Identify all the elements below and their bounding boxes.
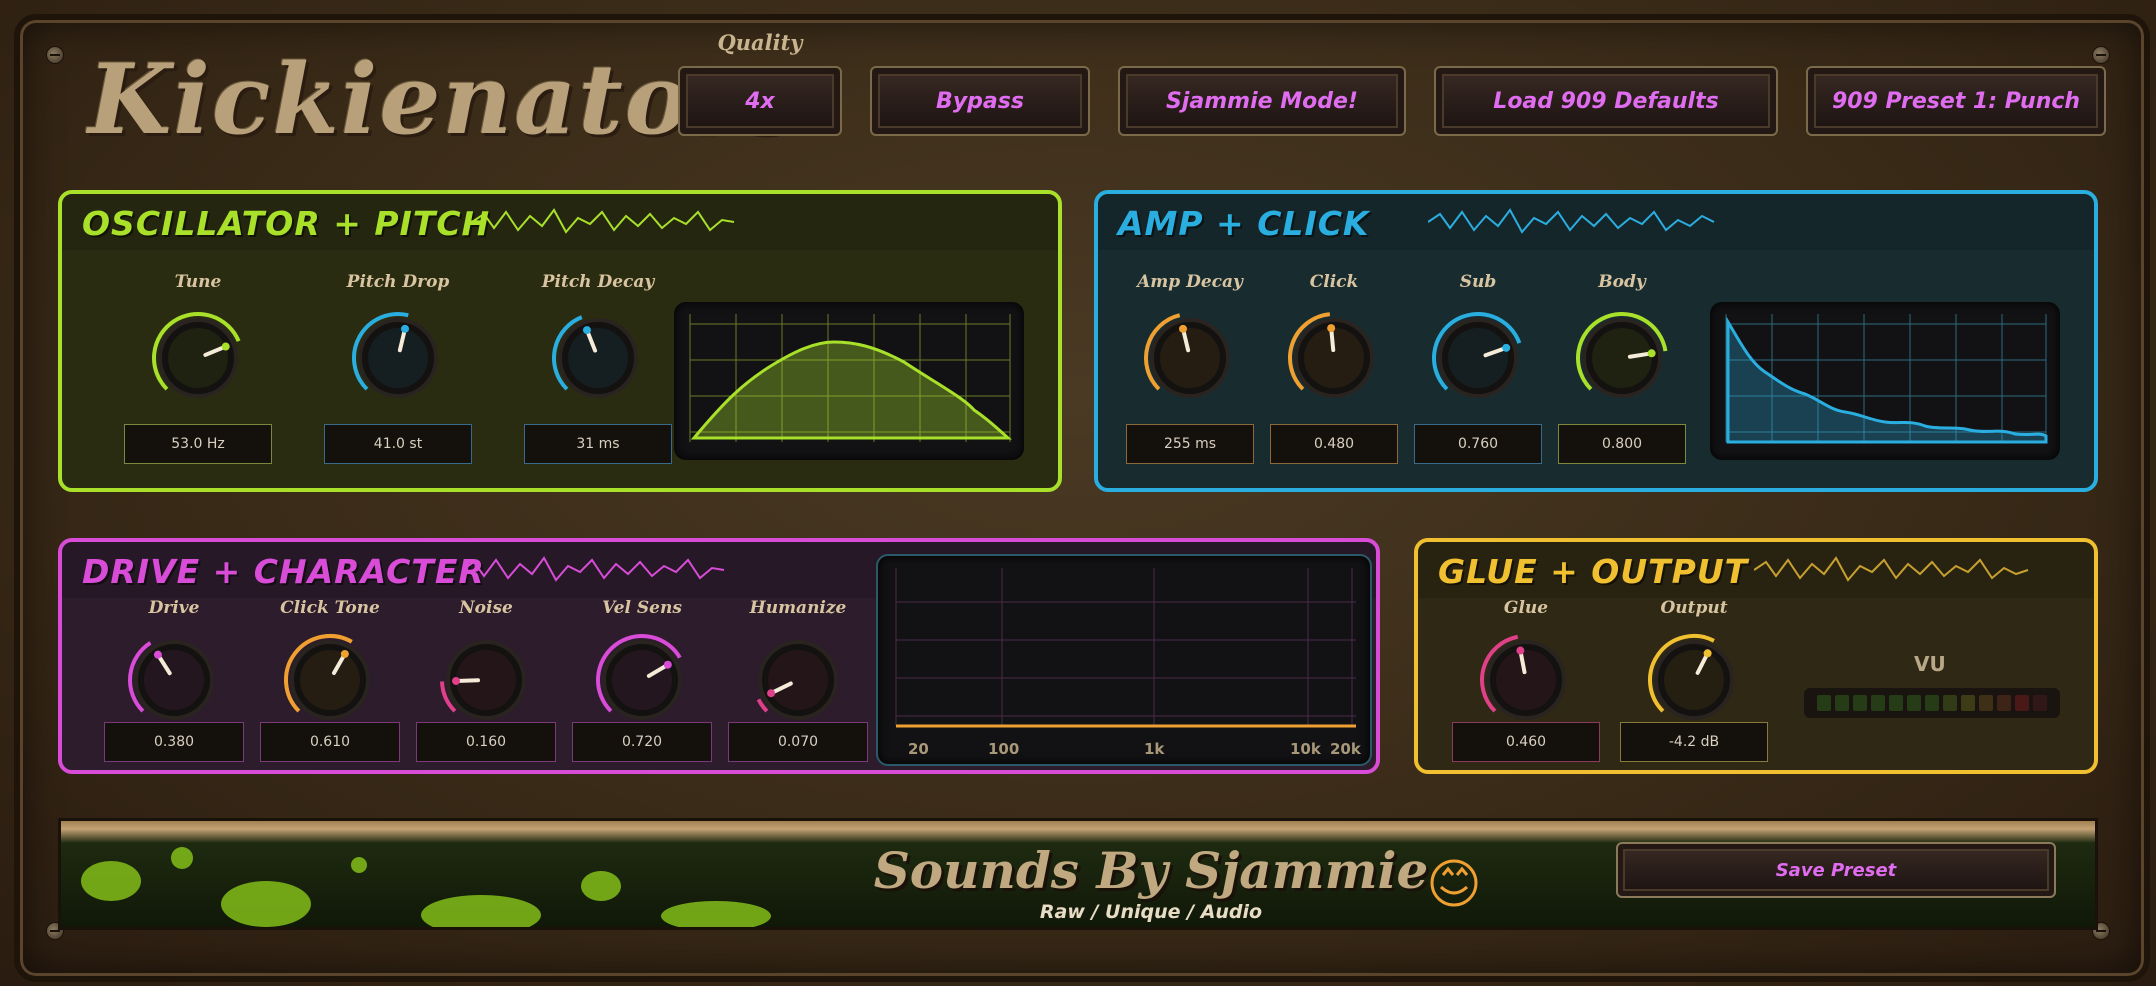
knob-label: Vel Sens [602, 598, 682, 618]
vu-meter [1804, 688, 2060, 718]
vu-label: VU [1914, 652, 1946, 676]
spectrum-tick: 20 [908, 740, 929, 758]
sjammie-mode-button[interactable]: Sjammie Mode! [1118, 66, 1406, 136]
knob-value-field[interactable]: 0.760 [1414, 424, 1542, 464]
amp-click-panel: AMP + CLICK Amp Decay 255 ms Click 0.480 Sub… [1094, 190, 2098, 492]
knob-label: Glue [1503, 598, 1549, 618]
knob-label: Click [1309, 272, 1359, 292]
knob-label: Noise [459, 598, 513, 618]
screw-icon [46, 46, 64, 64]
spectrum-analyzer-display: 20 100 1k 10k 20k [876, 554, 1372, 766]
rotary-knob[interactable] [1570, 306, 1674, 410]
vu-segment [1925, 695, 1939, 711]
vu-segment [1943, 695, 1957, 711]
panel-title: DRIVE + CHARACTER [82, 552, 485, 591]
knob-value-field[interactable]: 0.800 [1558, 424, 1686, 464]
bypass-button[interactable]: Bypass [870, 66, 1090, 136]
plugin-logo: Kickienators [88, 43, 800, 156]
knob-value-field[interactable]: -4.2 dB [1620, 722, 1768, 762]
knob-label: Humanize [749, 598, 847, 618]
rotary-knob[interactable] [1642, 628, 1746, 732]
vu-segment [1853, 695, 1867, 711]
vu-segment [1889, 695, 1903, 711]
knob-value-field[interactable]: 53.0 Hz [124, 424, 272, 464]
knob-value-field[interactable]: 41.0 st [324, 424, 472, 464]
vu-segment [1961, 695, 1975, 711]
rotary-knob[interactable] [434, 628, 538, 732]
knob-label: Amp Decay [1137, 272, 1243, 292]
save-preset-button[interactable]: Save Preset [1616, 842, 2056, 898]
knob-value-field[interactable]: 0.160 [416, 722, 556, 762]
wave-decoration-icon [472, 208, 735, 234]
wave-decoration-icon [1428, 208, 1715, 234]
preset-selector-button[interactable]: 909 Preset 1: Punch [1806, 66, 2106, 136]
panel-title: GLUE + OUTPUT [1438, 552, 1749, 591]
amp-envelope-display [1710, 302, 2060, 460]
knob-label: Click Tone [280, 598, 380, 618]
knob-value-field[interactable]: 255 ms [1126, 424, 1254, 464]
knob-value-field[interactable]: 0.460 [1452, 722, 1600, 762]
knob-value-field[interactable]: 0.380 [104, 722, 244, 762]
wave-decoration-icon [462, 556, 725, 582]
smiley-logo-icon [1430, 859, 1478, 907]
quality-label: Quality [717, 30, 803, 55]
knob-label: Sub [1459, 272, 1497, 292]
knob-value-field[interactable]: 0.610 [260, 722, 400, 762]
vu-segment [2015, 695, 2029, 711]
knob-label: Output [1660, 598, 1728, 618]
knob-label: Pitch Decay [541, 272, 655, 292]
knob-value-field[interactable]: 0.720 [572, 722, 712, 762]
spectrum-tick: 20k [1330, 740, 1362, 758]
drive-character-panel: DRIVE + CHARACTER 20 100 1k 10k 20k Driv… [58, 538, 1380, 774]
plugin-window: Kickienators Quality 4x Bypass Sjammie M… [0, 0, 2156, 986]
spectrum-tick: 1k [1144, 740, 1165, 758]
load-909-defaults-button[interactable]: Load 909 Defaults [1434, 66, 1778, 136]
knob-value-field[interactable]: 0.480 [1270, 424, 1398, 464]
knob-label: Body [1598, 272, 1646, 292]
pitch-envelope-display [674, 302, 1024, 460]
knob-label: Pitch Drop [346, 272, 450, 292]
vu-segment [1907, 695, 1921, 711]
vu-segment [1997, 695, 2011, 711]
screw-icon [2092, 46, 2110, 64]
footer-tagline: Raw / Unique / Audio [1039, 901, 1263, 923]
rotary-knob[interactable] [1282, 306, 1386, 410]
panel-title: AMP + CLICK [1118, 204, 1370, 243]
rotary-knob[interactable] [278, 628, 382, 732]
footer-brand-title: Sounds By Sjammie [873, 841, 1429, 900]
rotary-knob[interactable] [1426, 306, 1530, 410]
vu-segment [1835, 695, 1849, 711]
rotary-knob[interactable] [346, 306, 450, 410]
vu-segment [1979, 695, 1993, 711]
knob-value-field[interactable]: 0.070 [728, 722, 868, 762]
spectrum-tick: 10k [1290, 740, 1322, 758]
rotary-knob[interactable] [746, 628, 850, 732]
rotary-knob[interactable] [1474, 628, 1578, 732]
rotary-knob[interactable] [1138, 306, 1242, 410]
glue-output-panel: GLUE + OUTPUT VU Glue 0.460 Output -4.2 dB [1414, 538, 2098, 774]
panel-title: OSCILLATOR + PITCH [82, 204, 491, 243]
vu-segment [2033, 695, 2047, 711]
vu-segment [1817, 695, 1831, 711]
rotary-knob[interactable] [146, 306, 250, 410]
rotary-knob[interactable] [546, 306, 650, 410]
oscillator-pitch-panel: OSCILLATOR + PITCH Tune 53.0 Hz Pitch Drop… [58, 190, 1062, 492]
pitch-envelope-curve [690, 340, 1012, 440]
knob-label: Tune [174, 272, 222, 292]
vu-segment [1871, 695, 1885, 711]
amp-envelope-curve [1726, 316, 2048, 444]
rotary-knob[interactable] [590, 628, 694, 732]
knob-label: Drive [148, 598, 200, 618]
quality-button[interactable]: 4x [678, 66, 842, 136]
wave-decoration-icon [1754, 556, 2029, 582]
rotary-knob[interactable] [122, 628, 226, 732]
knob-value-field[interactable]: 31 ms [524, 424, 672, 464]
spectrum-tick: 100 [988, 740, 1019, 758]
